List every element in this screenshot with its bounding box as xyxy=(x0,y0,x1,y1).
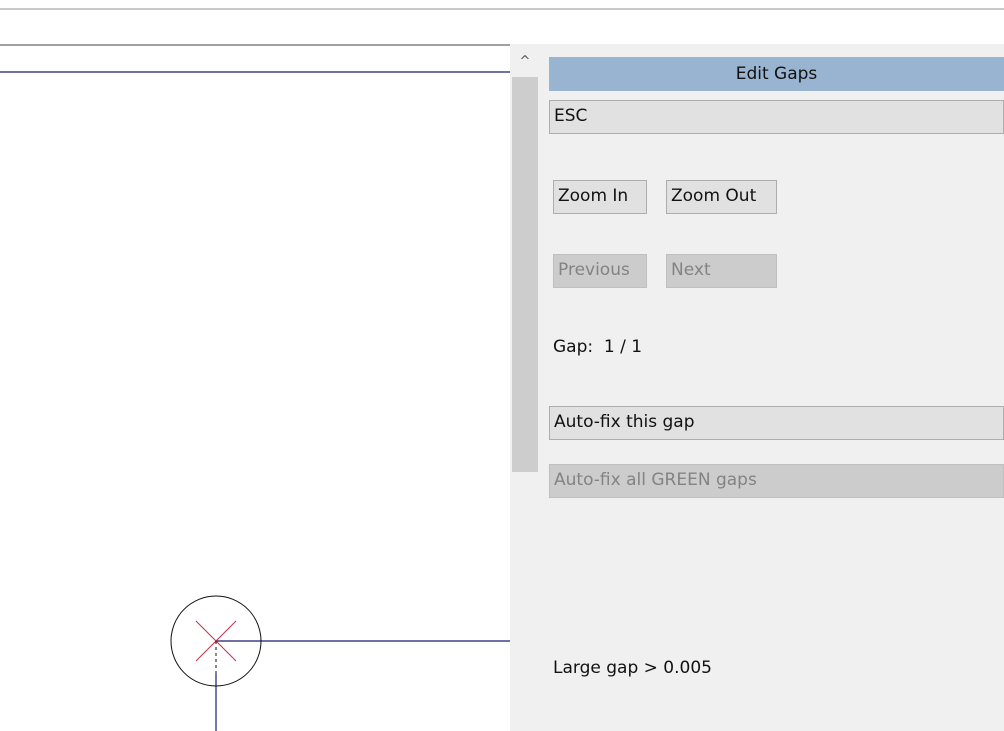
gap-label: Gap: xyxy=(553,337,594,357)
chevron-up-icon[interactable]: ^ xyxy=(510,48,540,76)
gap-counter: 1 / 1 xyxy=(603,337,643,357)
drawing-canvas[interactable] xyxy=(0,44,540,731)
panel-title: Edit Gaps xyxy=(549,57,1004,91)
drawing-svg xyxy=(0,71,510,731)
top-divider xyxy=(0,8,1004,10)
scrollbar-thumb[interactable] xyxy=(512,77,538,472)
next-button[interactable]: Next xyxy=(666,254,777,288)
zoom-in-button[interactable]: Zoom In xyxy=(553,180,647,214)
edit-gaps-panel: Edit Gaps ESC Zoom In Zoom Out Previous … xyxy=(540,44,1004,731)
esc-button[interactable]: ESC xyxy=(549,100,1004,134)
autofix-all-green-gaps-button[interactable]: Auto-fix all GREEN gaps xyxy=(549,464,1004,498)
vertical-scrollbar[interactable]: ^ xyxy=(510,44,540,731)
large-gap-threshold: Large gap > 0.005 xyxy=(553,658,712,678)
previous-button[interactable]: Previous xyxy=(553,254,647,288)
autofix-this-gap-button[interactable]: Auto-fix this gap xyxy=(549,406,1004,440)
gap-counter-row: Gap: 1 / 1 xyxy=(553,337,642,357)
zoom-out-button[interactable]: Zoom Out xyxy=(666,180,777,214)
